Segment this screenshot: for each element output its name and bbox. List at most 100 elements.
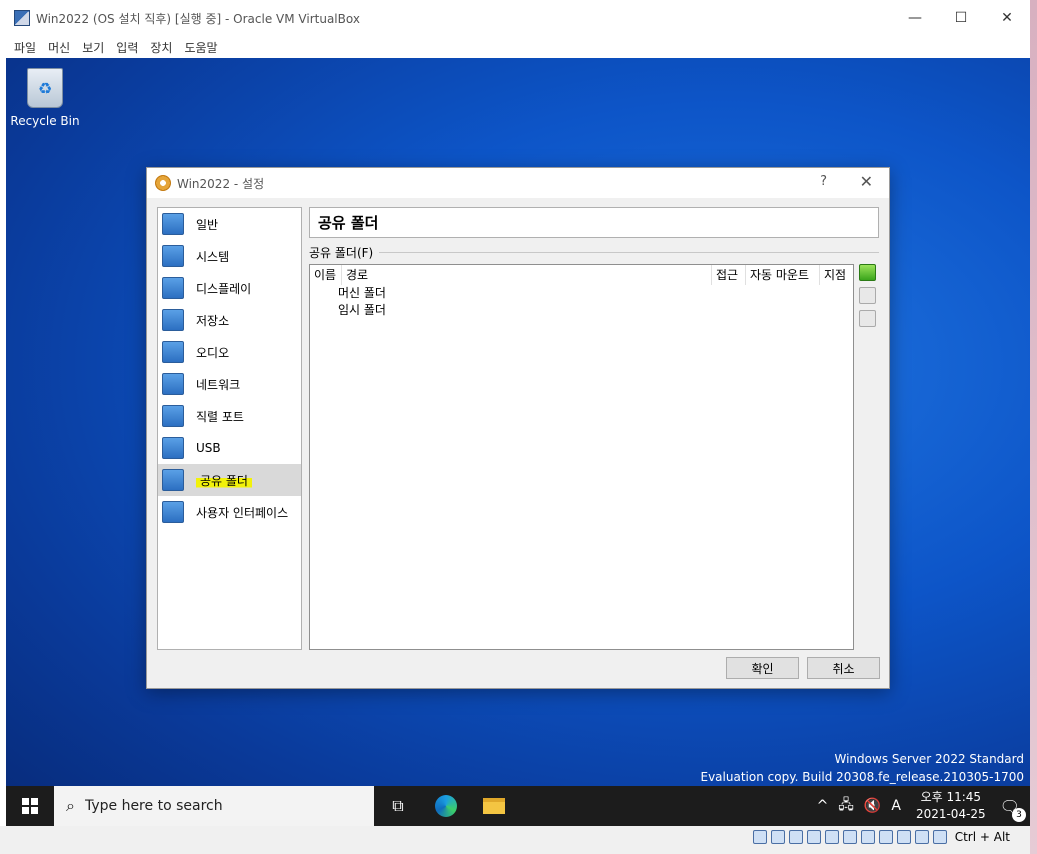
speaker-icon <box>162 341 184 363</box>
window-ui-icon <box>162 501 184 523</box>
window-titlebar: Win2022 (OS 설치 직후) [실행 중] - Oracle VM Vi… <box>0 0 1030 36</box>
windows-logo-icon <box>22 798 38 814</box>
shared-folders-group: 공유 폴더(F) <box>309 244 879 261</box>
taskbar-search[interactable]: ⌕ <box>54 786 374 826</box>
cancel-button[interactable]: 취소 <box>807 657 880 679</box>
nav-item-audio[interactable]: 오디오 <box>158 336 301 368</box>
group-label: 공유 폴더(F) <box>309 246 374 260</box>
settings-nav: 일반 시스템 디스플레이 저장소 오디오 네트워크 직렬 포트 USB 공유 폴… <box>157 207 302 650</box>
menu-input[interactable]: 입력 <box>116 39 138 56</box>
folder-actions <box>859 264 879 333</box>
recycle-bin-label: Recycle Bin <box>10 114 80 128</box>
close-button[interactable]: ✕ <box>984 0 1030 36</box>
clock-date: 2021-04-25 <box>915 807 986 821</box>
host-key-label: Ctrl + Alt <box>954 830 1010 844</box>
serial-port-icon <box>162 405 184 427</box>
edge-icon <box>435 795 457 817</box>
group-divider <box>379 252 879 253</box>
table-row[interactable]: 머신 폴더 <box>310 285 853 302</box>
shared-folders-table[interactable]: 이름 경로 접근 자동 마운트 지점 머신 폴더 임시 폴더 <box>309 264 854 650</box>
menu-devices[interactable]: 장치 <box>150 39 172 56</box>
help-button[interactable]: ? <box>820 174 827 189</box>
table-row[interactable]: 임시 폴더 <box>310 302 853 319</box>
remove-folder-icon[interactable] <box>859 310 876 327</box>
speaker-muted-icon[interactable]: 🔇 <box>864 798 881 814</box>
watermark-edition: Windows Server 2022 Standard <box>834 752 1025 766</box>
usb-icon <box>162 437 184 459</box>
optical-drive-icon[interactable] <box>770 830 785 844</box>
edge-button[interactable] <box>422 786 470 826</box>
dialog-close-button[interactable]: ✕ <box>860 172 873 191</box>
nav-item-system[interactable]: 시스템 <box>158 240 301 272</box>
hard-disk-icon[interactable] <box>752 830 767 844</box>
table-header: 이름 경로 접근 자동 마운트 지점 <box>310 265 853 285</box>
vt-x-icon[interactable] <box>896 830 911 844</box>
window-controls: — ☐ ✕ <box>892 0 1030 36</box>
usb-icon[interactable] <box>824 830 839 844</box>
display-icon[interactable] <box>860 830 875 844</box>
column-mount-point[interactable]: 지점 <box>820 265 853 285</box>
nav-item-display[interactable]: 디스플레이 <box>158 272 301 304</box>
nav-label: 일반 <box>196 217 219 232</box>
mouse-integration-icon[interactable] <box>914 830 929 844</box>
window-title: Win2022 (OS 설치 직후) [실행 중] - Oracle VM Vi… <box>36 11 360 26</box>
nav-label: USB <box>196 441 221 455</box>
network-icon[interactable] <box>806 830 821 844</box>
maximize-button[interactable]: ☐ <box>938 0 984 36</box>
nav-item-general[interactable]: 일반 <box>158 208 301 240</box>
ime-indicator[interactable]: A <box>891 798 901 814</box>
nav-item-usb[interactable]: USB <box>158 432 301 464</box>
menu-help[interactable]: 도움말 <box>184 39 217 56</box>
recording-icon[interactable] <box>878 830 893 844</box>
network-adapter-icon <box>162 373 184 395</box>
watermark-build: Evaluation copy. Build 20308.fe_release.… <box>700 770 1025 784</box>
audio-icon[interactable] <box>788 830 803 844</box>
nav-label: 네트워크 <box>196 377 241 392</box>
menu-machine[interactable]: 머신 <box>48 39 70 56</box>
virtualbox-icon <box>14 10 30 26</box>
network-icon[interactable]: 🖧 <box>838 794 854 818</box>
menu-view[interactable]: 보기 <box>82 39 104 56</box>
chevron-up-icon[interactable]: ^ <box>817 798 829 814</box>
device-indicators: Ctrl + Alt <box>751 830 1010 844</box>
nav-item-user-interface[interactable]: 사용자 인터페이스 <box>158 496 301 528</box>
task-view-button[interactable]: ⧉ <box>374 786 422 826</box>
column-access[interactable]: 접근 <box>712 265 746 285</box>
nav-label: 공유 폴더 <box>196 471 252 489</box>
taskbar: ⌕ ⧉ ^ 🖧 🔇 A 오후 11:45 2021-04-25 🗨 3 <box>6 786 1030 826</box>
recycle-bin-shortcut[interactable]: ♻ Recycle Bin <box>10 68 80 128</box>
clock[interactable]: 오후 11:45 2021-04-25 <box>916 789 986 823</box>
chip-icon <box>162 245 184 267</box>
nav-item-shared-folders[interactable]: 공유 폴더 <box>158 464 301 496</box>
nav-item-storage[interactable]: 저장소 <box>158 304 301 336</box>
keyboard-icon[interactable] <box>932 830 947 844</box>
nav-label: 저장소 <box>196 313 230 328</box>
clock-time: 오후 11:45 <box>920 790 982 804</box>
add-folder-icon[interactable] <box>859 264 876 281</box>
edit-folder-icon[interactable] <box>859 287 876 304</box>
page-title: 공유 폴더 <box>309 207 879 238</box>
search-icon: ⌕ <box>66 796 75 815</box>
column-path[interactable]: 경로 <box>342 265 712 285</box>
minimize-button[interactable]: — <box>892 0 938 36</box>
host-background <box>1030 0 1037 854</box>
folder-icon <box>162 469 184 491</box>
notification-count: 3 <box>1012 807 1026 822</box>
shared-folder-icon[interactable] <box>842 830 857 844</box>
file-explorer-button[interactable] <box>470 786 518 826</box>
menu-file[interactable]: 파일 <box>14 39 36 56</box>
notification-button[interactable]: 🗨 3 <box>1000 797 1026 822</box>
settings-gear-icon <box>155 175 171 191</box>
menubar: 파일 머신 보기 입력 장치 도움말 <box>0 36 1030 58</box>
column-name[interactable]: 이름 <box>310 265 342 285</box>
search-input[interactable] <box>84 798 335 814</box>
nav-item-serial-ports[interactable]: 직렬 포트 <box>158 400 301 432</box>
system-tray: ^ 🖧 🔇 A 오후 11:45 2021-04-25 🗨 3 <box>812 786 1030 826</box>
disk-icon <box>162 309 184 331</box>
monitor-icon <box>162 213 184 235</box>
ok-button[interactable]: 확인 <box>726 657 799 679</box>
nav-item-network[interactable]: 네트워크 <box>158 368 301 400</box>
start-button[interactable] <box>6 786 54 826</box>
file-explorer-icon <box>483 798 505 814</box>
column-auto-mount[interactable]: 자동 마운트 <box>746 265 820 285</box>
